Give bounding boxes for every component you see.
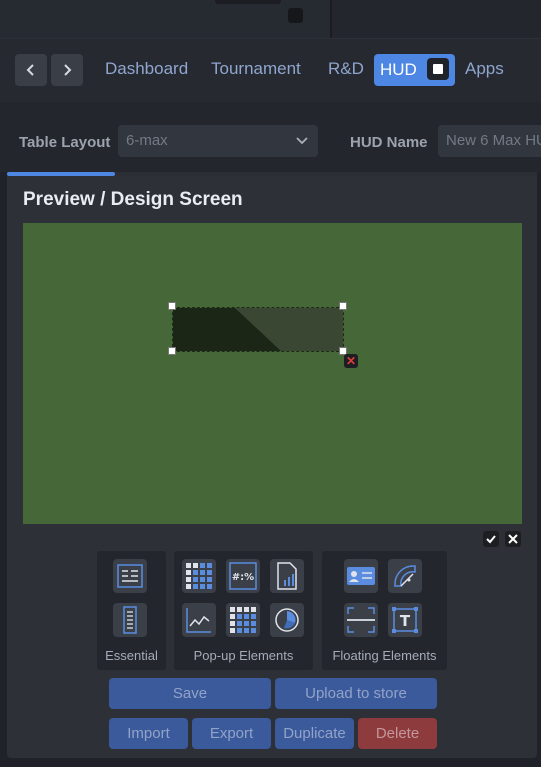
stat-list-icon[interactable]: [113, 603, 147, 637]
hud-toggle[interactable]: [426, 57, 449, 80]
back-button[interactable]: [15, 54, 47, 86]
resize-handle-bottom-left[interactable]: [168, 347, 176, 355]
table-layout-select[interactable]: 6-max: [118, 125, 318, 157]
nav-item-tournament[interactable]: Tournament: [211, 53, 301, 85]
nav-item-hud[interactable]: HUD: [374, 54, 455, 86]
grid-table-icon[interactable]: [182, 559, 216, 593]
hud-widget-shade: [235, 308, 343, 351]
panel-title: Preview / Design Screen: [23, 189, 243, 210]
delete-button[interactable]: Delete: [358, 718, 437, 749]
document-chart-icon[interactable]: [270, 559, 304, 593]
player-card-icon[interactable]: [344, 559, 378, 593]
delete-widget-icon[interactable]: ✕: [344, 354, 358, 368]
import-button[interactable]: Import: [109, 718, 188, 749]
top-strip-tab: [215, 0, 281, 4]
protractor-icon[interactable]: [388, 559, 422, 593]
line-divider-icon[interactable]: [344, 603, 378, 637]
floating-elements-label: Floating Elements: [332, 648, 437, 663]
cancel-icon[interactable]: [505, 531, 521, 547]
table-layout-label: Table Layout: [19, 134, 111, 151]
main-nav: Dashboard Tournament R&D HUD Apps: [0, 39, 541, 102]
svg-text:#:%: #:%: [232, 572, 254, 583]
chevron-right-icon: [64, 64, 72, 76]
duplicate-button[interactable]: Duplicate: [275, 718, 354, 749]
nav-item-dashboard[interactable]: Dashboard: [105, 53, 188, 85]
pie-chart-icon[interactable]: [270, 603, 304, 637]
forward-button[interactable]: [51, 54, 83, 86]
hash-percent-icon[interactable]: #:%: [226, 559, 260, 593]
nav-item-rnd[interactable]: R&D: [328, 53, 364, 85]
popup-elements-group: #:% Pop-up Elements: [174, 551, 313, 670]
top-strip-separator: [330, 0, 332, 38]
hud-settings-row: Table Layout 6-max HUD Name New 6 Max HU…: [0, 102, 541, 172]
chevron-left-icon: [26, 64, 34, 76]
table-layout-value: 6-max: [126, 132, 168, 149]
hud-name-label: HUD Name: [350, 134, 428, 151]
design-panel: Preview / Design Screen ✕ Essential #:% …: [7, 176, 537, 758]
top-strip: [0, 0, 541, 39]
top-strip-mini-button[interactable]: [288, 8, 303, 23]
export-button[interactable]: Export: [192, 718, 271, 749]
popup-elements-label: Pop-up Elements: [193, 648, 294, 663]
resize-handle-top-left[interactable]: [168, 302, 176, 310]
essential-group: Essential: [97, 551, 166, 670]
upload-to-store-button[interactable]: Upload to store: [275, 678, 437, 709]
top-strip-block: [0, 0, 330, 38]
nav-item-apps[interactable]: Apps: [465, 53, 504, 85]
line-graph-icon[interactable]: [182, 603, 216, 637]
floating-elements-group: T Floating Elements: [322, 551, 447, 670]
resize-handle-top-right[interactable]: [339, 302, 347, 310]
stat-panel-icon[interactable]: [113, 559, 147, 593]
hud-widget[interactable]: [172, 307, 344, 352]
design-canvas[interactable]: ✕: [23, 223, 522, 524]
confirm-icon[interactable]: [483, 531, 499, 547]
dot-grid-icon[interactable]: [226, 603, 260, 637]
text-box-icon[interactable]: T: [388, 603, 422, 637]
save-button[interactable]: Save: [109, 678, 271, 709]
svg-text:T: T: [400, 612, 411, 630]
hud-name-input[interactable]: New 6 Max HUD: [438, 125, 541, 157]
hud-name-value: New 6 Max HUD: [446, 132, 541, 149]
nav-item-hud-label: HUD: [380, 60, 417, 79]
essential-label: Essential: [105, 648, 158, 663]
chevron-down-icon: [296, 125, 308, 157]
